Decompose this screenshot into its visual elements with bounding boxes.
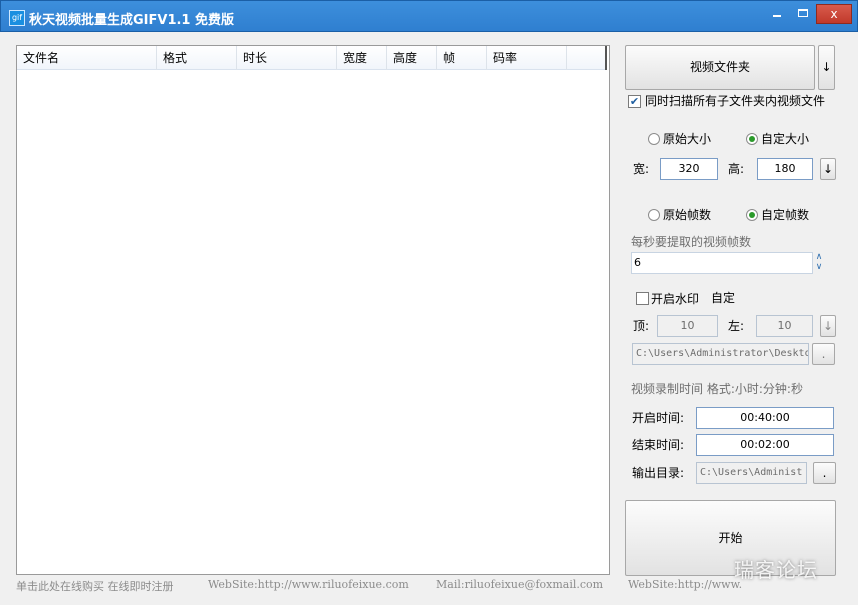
- fps-spinner[interactable]: ∧ ∨: [812, 252, 826, 272]
- watermark-left-input[interactable]: 10: [756, 315, 813, 337]
- width-label: 宽:: [633, 162, 650, 176]
- column-duration[interactable]: 时长: [237, 46, 337, 70]
- file-list[interactable]: 文件名 格式 时长 宽度 高度 帧 码率: [16, 45, 610, 575]
- maximize-button[interactable]: [790, 4, 816, 24]
- window-title: 秋天视频批量生成GIFV1.1 免费版: [29, 13, 235, 28]
- watermark-left-label: 左:: [728, 319, 745, 333]
- column-extra[interactable]: [567, 46, 607, 70]
- arrow-down-icon: ↓: [822, 162, 834, 176]
- close-button[interactable]: x: [816, 4, 852, 24]
- fps-input[interactable]: 6: [631, 252, 813, 274]
- watermark-position-button[interactable]: ↓: [820, 315, 836, 337]
- end-time-input[interactable]: 00:02:00: [696, 434, 834, 456]
- watermark-top-input[interactable]: 10: [657, 315, 718, 337]
- watermark-top-label: 顶:: [633, 319, 650, 333]
- scan-subfolders-label: 同时扫描所有子文件夹内视频文件: [645, 94, 826, 108]
- scan-subfolders-checkbox[interactable]: ✔: [628, 95, 641, 108]
- original-frames-radio[interactable]: [648, 209, 660, 221]
- record-time-heading: 视频录制时间 格式:小时:分钟:秒: [631, 382, 803, 396]
- website-link[interactable]: WebSite:http://www.riluofeixue.com: [208, 578, 409, 591]
- forum-watermark: 瑞客论坛: [734, 558, 818, 582]
- watermark-path-input[interactable]: C:\Users\Administrator\Deskto: [632, 343, 809, 365]
- custom-frames-radio[interactable]: [746, 209, 758, 221]
- title-bar[interactable]: gif 秋天视频批量生成GIFV1.1 免费版 x: [0, 0, 858, 32]
- watermark-checkbox[interactable]: [636, 292, 649, 305]
- watermark-label: 开启水印: [651, 292, 700, 306]
- output-browse-button[interactable]: .: [813, 462, 836, 484]
- size-preset-button[interactable]: ↓: [820, 158, 836, 180]
- watermark-browse-button[interactable]: .: [812, 343, 835, 365]
- close-icon: x: [830, 7, 838, 21]
- height-label: 高:: [728, 162, 745, 176]
- output-dir-input[interactable]: C:\Users\Administ: [696, 462, 807, 484]
- custom-frames-label: 自定帧数: [761, 208, 810, 222]
- height-input[interactable]: 180: [757, 158, 813, 180]
- video-folder-button[interactable]: 视频文件夹: [625, 45, 815, 90]
- column-bitrate[interactable]: 码率: [487, 46, 567, 70]
- fps-label: 每秒要提取的视频帧数: [631, 235, 752, 249]
- watermark-custom-link[interactable]: 自定: [711, 290, 735, 306]
- original-frames-label: 原始帧数: [663, 208, 712, 222]
- buy-register-link[interactable]: 单击此处在线购买 在线即时注册: [16, 578, 174, 594]
- file-list-header: 文件名 格式 时长 宽度 高度 帧 码率: [17, 46, 607, 70]
- original-size-radio[interactable]: [648, 133, 660, 145]
- maximize-icon: [798, 9, 808, 17]
- start-time-label: 开启时间:: [632, 411, 685, 425]
- end-time-label: 结束时间:: [632, 438, 685, 452]
- output-dir-label: 输出目录:: [632, 466, 685, 480]
- website-link-2[interactable]: WebSite:http://www.: [628, 578, 742, 591]
- arrow-down-icon: ↓: [821, 60, 832, 74]
- start-time-input[interactable]: 00:40:00: [696, 407, 834, 429]
- arrow-down-icon: ↓: [822, 319, 834, 333]
- spin-down-icon[interactable]: ∨: [812, 262, 826, 272]
- mail-link[interactable]: Mail:riluofeixue@foxmail.com: [436, 578, 603, 591]
- custom-size-label: 自定大小: [761, 132, 810, 146]
- minimize-button[interactable]: [764, 4, 790, 24]
- column-filename[interactable]: 文件名: [17, 46, 157, 70]
- column-width[interactable]: 宽度: [337, 46, 387, 70]
- width-input[interactable]: 320: [660, 158, 718, 180]
- minimize-icon: [773, 15, 781, 17]
- original-size-label: 原始大小: [663, 132, 712, 146]
- spin-up-icon[interactable]: ∧: [812, 252, 826, 262]
- app-icon: gif: [9, 10, 25, 26]
- column-frames[interactable]: 帧: [437, 46, 487, 70]
- custom-size-radio[interactable]: [746, 133, 758, 145]
- column-format[interactable]: 格式: [157, 46, 237, 70]
- folder-dropdown-button[interactable]: ↓: [818, 45, 835, 90]
- column-height[interactable]: 高度: [387, 46, 437, 70]
